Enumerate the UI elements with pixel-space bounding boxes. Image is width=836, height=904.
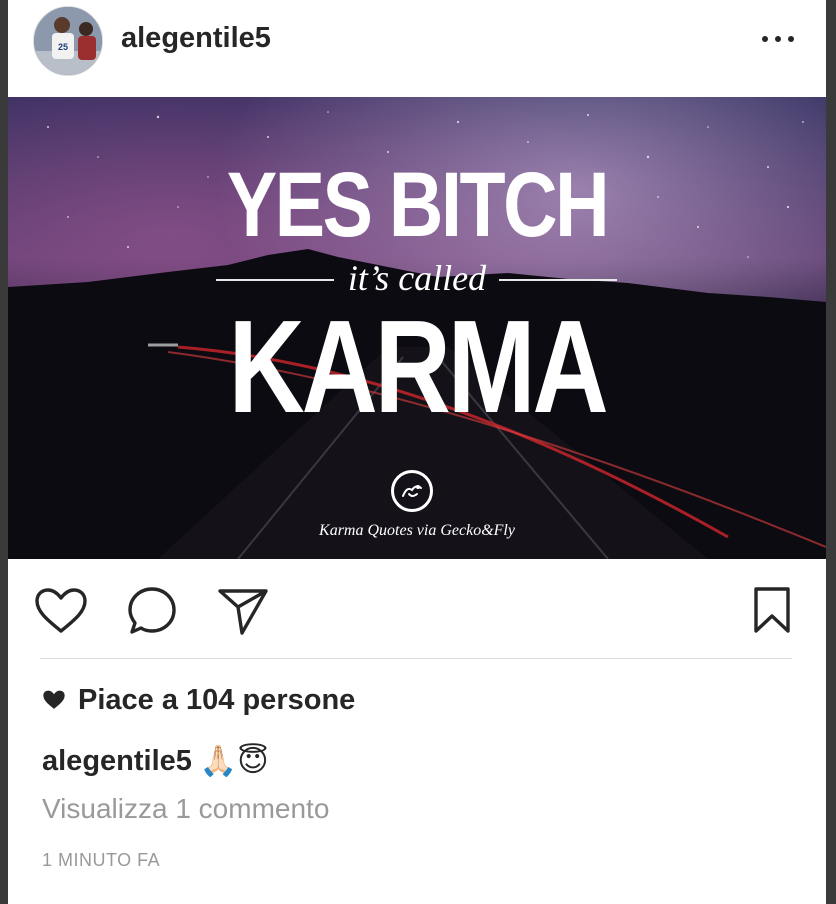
quote-line-2-group: it’s called (8, 257, 826, 298)
heart-filled-icon (43, 690, 65, 709)
action-divider (40, 658, 792, 659)
post-timestamp: 1 MINUTO FA (42, 850, 161, 870)
quote-line-3: KARMA (228, 293, 608, 440)
image-credit: Karma Quotes via Gecko&Fly (319, 522, 515, 539)
action-bar (8, 560, 826, 660)
avatar[interactable]: 25 (33, 6, 103, 76)
instagram-post: 25 alegentile5 YES BITCH it’s called KAR… (8, 0, 826, 904)
more-dot (788, 36, 794, 42)
more-dot (762, 36, 768, 42)
avatar-photo: 25 (34, 7, 102, 75)
more-options-icon[interactable] (758, 22, 798, 56)
more-dot (775, 36, 781, 42)
quote-line-1: YES BITCH (226, 154, 610, 256)
likes-count[interactable]: Piace a 104 persone (42, 682, 355, 718)
comment-bubble-icon[interactable] (126, 585, 178, 637)
gecko-fly-logo-icon (391, 470, 433, 512)
bookmark-icon[interactable] (753, 586, 791, 634)
view-comments-link[interactable]: Visualizza 1 commento (42, 793, 329, 825)
caption-emoji: 🙏🏻😇 (199, 743, 269, 779)
likes-text: Piace a 104 persone (78, 683, 356, 716)
caption: alegentile5 🙏🏻😇 (42, 741, 269, 781)
svg-text:25: 25 (58, 42, 68, 52)
heart-outline-icon[interactable] (34, 587, 88, 635)
paper-plane-icon[interactable] (216, 585, 270, 637)
caption-username[interactable]: alegentile5 (42, 745, 192, 778)
post-image[interactable]: YES BITCH it’s called KARMA Karma Quotes… (8, 97, 826, 559)
post-header: 25 alegentile5 (8, 0, 826, 96)
post-username[interactable]: alegentile5 (121, 22, 271, 55)
divider-line-right (499, 279, 617, 281)
